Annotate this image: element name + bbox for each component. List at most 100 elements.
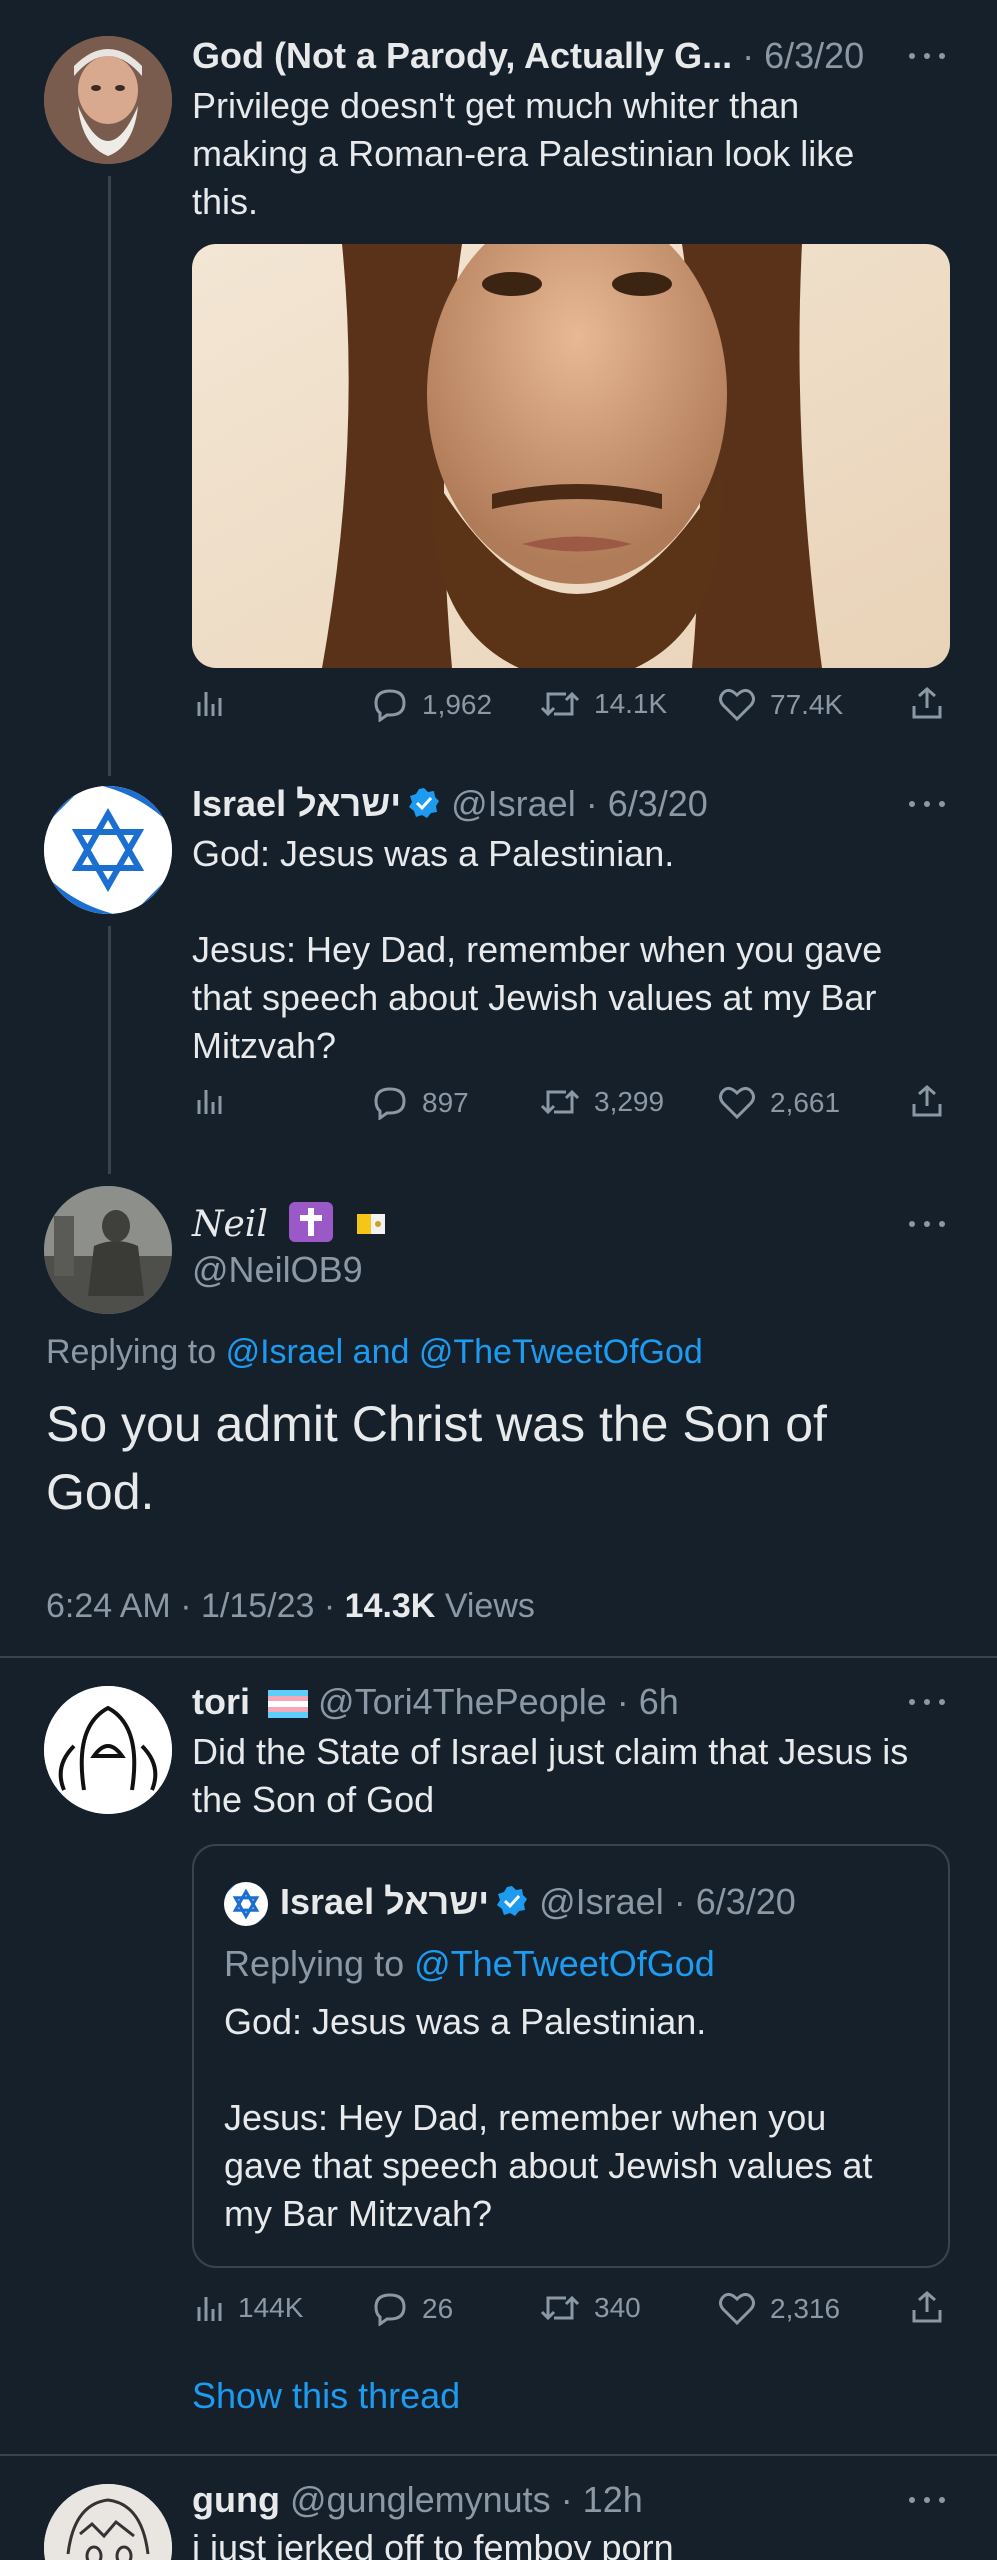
transgender-flag-emoji-icon	[268, 1690, 309, 1718]
tweet1-retweet-count: 14.1K	[594, 688, 668, 719]
tweet2-text-line: God: Jesus was a Palestinian.	[192, 833, 675, 874]
tweet2-like-count: 2,661	[770, 1087, 841, 1118]
quoted-text-line: my Bar Mitzvah?	[224, 2193, 493, 2234]
avatar-god[interactable]	[44, 36, 172, 164]
tweet4-share-button[interactable]	[910, 2290, 958, 2324]
reply-icon	[374, 1087, 406, 1120]
reply-icon	[374, 689, 406, 722]
avatar-gung[interactable]	[44, 2484, 172, 2560]
tweet2-like-button[interactable]: 2,661	[718, 1086, 840, 1120]
share-icon	[912, 1085, 942, 1117]
tweet4-text-line: the Son of God	[192, 1779, 435, 1820]
tweet2-display-name[interactable]: Israel ישראל	[192, 783, 401, 824]
divider	[0, 2454, 997, 2456]
tweet5-more-icon[interactable]	[909, 2494, 945, 2506]
tweet2-more-icon[interactable]	[909, 798, 945, 810]
tweet1-like-button[interactable]: 77.4K	[718, 688, 843, 722]
tweet2-reply-button[interactable]: 897	[372, 1086, 469, 1120]
neil-statue-avatar	[44, 1186, 172, 1314]
share-icon	[912, 687, 942, 719]
tweet4-like-button[interactable]: 2,316	[718, 2292, 840, 2326]
analytics-icon	[197, 692, 222, 716]
tweet2-header: Israel ישראל @Israel · 6/3/20	[192, 782, 708, 826]
show-this-thread-link[interactable]: Show this thread	[192, 2374, 460, 2418]
tweet1-text-line: Privilege doesn't get much whiter than	[192, 85, 800, 126]
tweet3-text-line: So you admit Christ was the Son of	[46, 1396, 827, 1452]
tweet2-text-line: that speech about Jewish values at my Ba…	[192, 977, 877, 1018]
tweet4-reply-count: 26	[422, 2293, 454, 2324]
tweet2-share-button[interactable]	[910, 1084, 958, 1118]
quoted-text-line: God: Jesus was a Palestinian.	[224, 2001, 707, 2042]
tweet2-date[interactable]: · 6/3/20	[586, 783, 708, 824]
tweet1-header: God (Not a Parody, Actually G... · 6/3/2…	[192, 34, 864, 78]
tweet2-retweet-count: 3,299	[594, 1086, 665, 1117]
tweet1-retweet-button[interactable]: 14.1K	[540, 688, 667, 720]
israel-flag-avatar	[224, 1882, 268, 1926]
quoted-avatar-israel	[224, 1882, 268, 1926]
replying-to-users-link[interactable]: @Israel and @TheTweetOfGod	[226, 1333, 703, 1371]
quoted-tweet-card[interactable]: Israel ישראל @Israel · 6/3/20 Replying t…	[192, 1844, 950, 2268]
israel-flag-avatar	[44, 786, 172, 914]
tweet5-display-name[interactable]: gung	[192, 2479, 280, 2520]
avatar-tori[interactable]	[44, 1686, 172, 1814]
tweet5-header: gung @gunglemynuts · 12h	[192, 2478, 643, 2522]
quoted-replying-link[interactable]: @TheTweetOfGod	[414, 1943, 715, 1984]
analytics-icon	[197, 2297, 222, 2321]
tweet1-display-name[interactable]: God (Not a Parody, Actually G...	[192, 35, 732, 76]
quoted-text-spacer	[224, 2046, 872, 2094]
tweet3-more-icon[interactable]	[909, 1218, 945, 1230]
tweet4-views-button[interactable]: 144K	[194, 2292, 303, 2324]
quoted-handle: @Israel	[539, 1881, 664, 1922]
tweet4-handle[interactable]: @Tori4ThePeople	[318, 1681, 607, 1722]
tweet4-like-count: 2,316	[770, 2293, 841, 2324]
quoted-text-line: gave that speech about Jewish values at	[224, 2145, 873, 2186]
tweet3-header: Neil	[192, 1202, 387, 1247]
tori-drawing-avatar	[44, 1686, 172, 1814]
tweet3-replying-to: Replying to @Israel and @TheTweetOfGod	[46, 1330, 703, 1374]
tweet3-handle[interactable]: @NeilOB9	[192, 1248, 363, 1292]
tweet3-display-name[interactable]: Neil	[192, 1204, 268, 1245]
tweet1-text-line: making a Roman-era Palestinian look like	[192, 133, 855, 174]
tweet1-text-line: this.	[192, 181, 259, 222]
tweet4-display-name[interactable]: tori	[192, 1681, 250, 1722]
tweet4-retweet-count: 340	[594, 2292, 641, 2323]
divider	[0, 1656, 997, 1658]
tweet1-analytics-button[interactable]	[194, 688, 238, 718]
tweet2-reply-count: 897	[422, 1087, 469, 1118]
tweet5-text-line: i just jerked off to femboy porn	[192, 2527, 674, 2560]
tweet4-more-icon[interactable]	[909, 1696, 945, 1708]
tweet5-date[interactable]: · 12h	[561, 2479, 643, 2520]
tweet2-text-line: Mitzvah?	[192, 1025, 337, 1066]
tweet2-text-spacer	[192, 878, 882, 926]
avatar-israel[interactable]	[44, 786, 172, 914]
thread-line	[108, 926, 111, 1174]
tweet4-retweet-button[interactable]: 340	[540, 2292, 641, 2324]
tweet1-media-image[interactable]	[192, 244, 950, 668]
retweet-icon	[540, 2295, 580, 2321]
tweet3-timestamp[interactable]: 6:24 AM · 1/15/23 ·	[46, 1587, 335, 1625]
avatar-neil[interactable]	[44, 1186, 172, 1314]
tweet2-handle[interactable]: @Israel	[451, 783, 576, 824]
verified-badge-icon	[409, 788, 440, 818]
tweet3-views-count: 14.3K	[344, 1587, 436, 1625]
quoted-replying-to: Replying to @TheTweetOfGod	[224, 1942, 715, 1986]
latin-cross-emoji-icon	[289, 1202, 334, 1242]
tweet2-retweet-button[interactable]: 3,299	[540, 1086, 664, 1118]
gung-anime-avatar	[44, 2484, 172, 2560]
avatar-god-image	[44, 36, 172, 164]
tweet1-reply-count: 1,962	[422, 689, 493, 720]
tweet1-text: Privilege doesn't get much whiter than m…	[192, 82, 854, 226]
tweet2-analytics-button[interactable]	[194, 1086, 238, 1116]
tweet5-handle[interactable]: @gunglemynuts	[290, 2479, 551, 2520]
tweet4-date[interactable]: · 6h	[617, 1681, 679, 1722]
tweet1-more-icon[interactable]	[909, 50, 945, 62]
heart-icon	[719, 688, 755, 722]
tweet1-share-button[interactable]	[910, 686, 958, 720]
quoted-text: God: Jesus was a Palestinian. Jesus: Hey…	[224, 1998, 872, 2238]
tweet2-text-line: Jesus: Hey Dad, remember when you gave	[192, 929, 883, 970]
tweet3-text-line: God.	[46, 1464, 155, 1520]
tweet1-date[interactable]: · 6/3/20	[742, 35, 864, 76]
tweet4-reply-button[interactable]: 26	[372, 2292, 453, 2326]
retweet-icon	[540, 1089, 580, 1115]
tweet1-reply-button[interactable]: 1,962	[372, 688, 492, 722]
